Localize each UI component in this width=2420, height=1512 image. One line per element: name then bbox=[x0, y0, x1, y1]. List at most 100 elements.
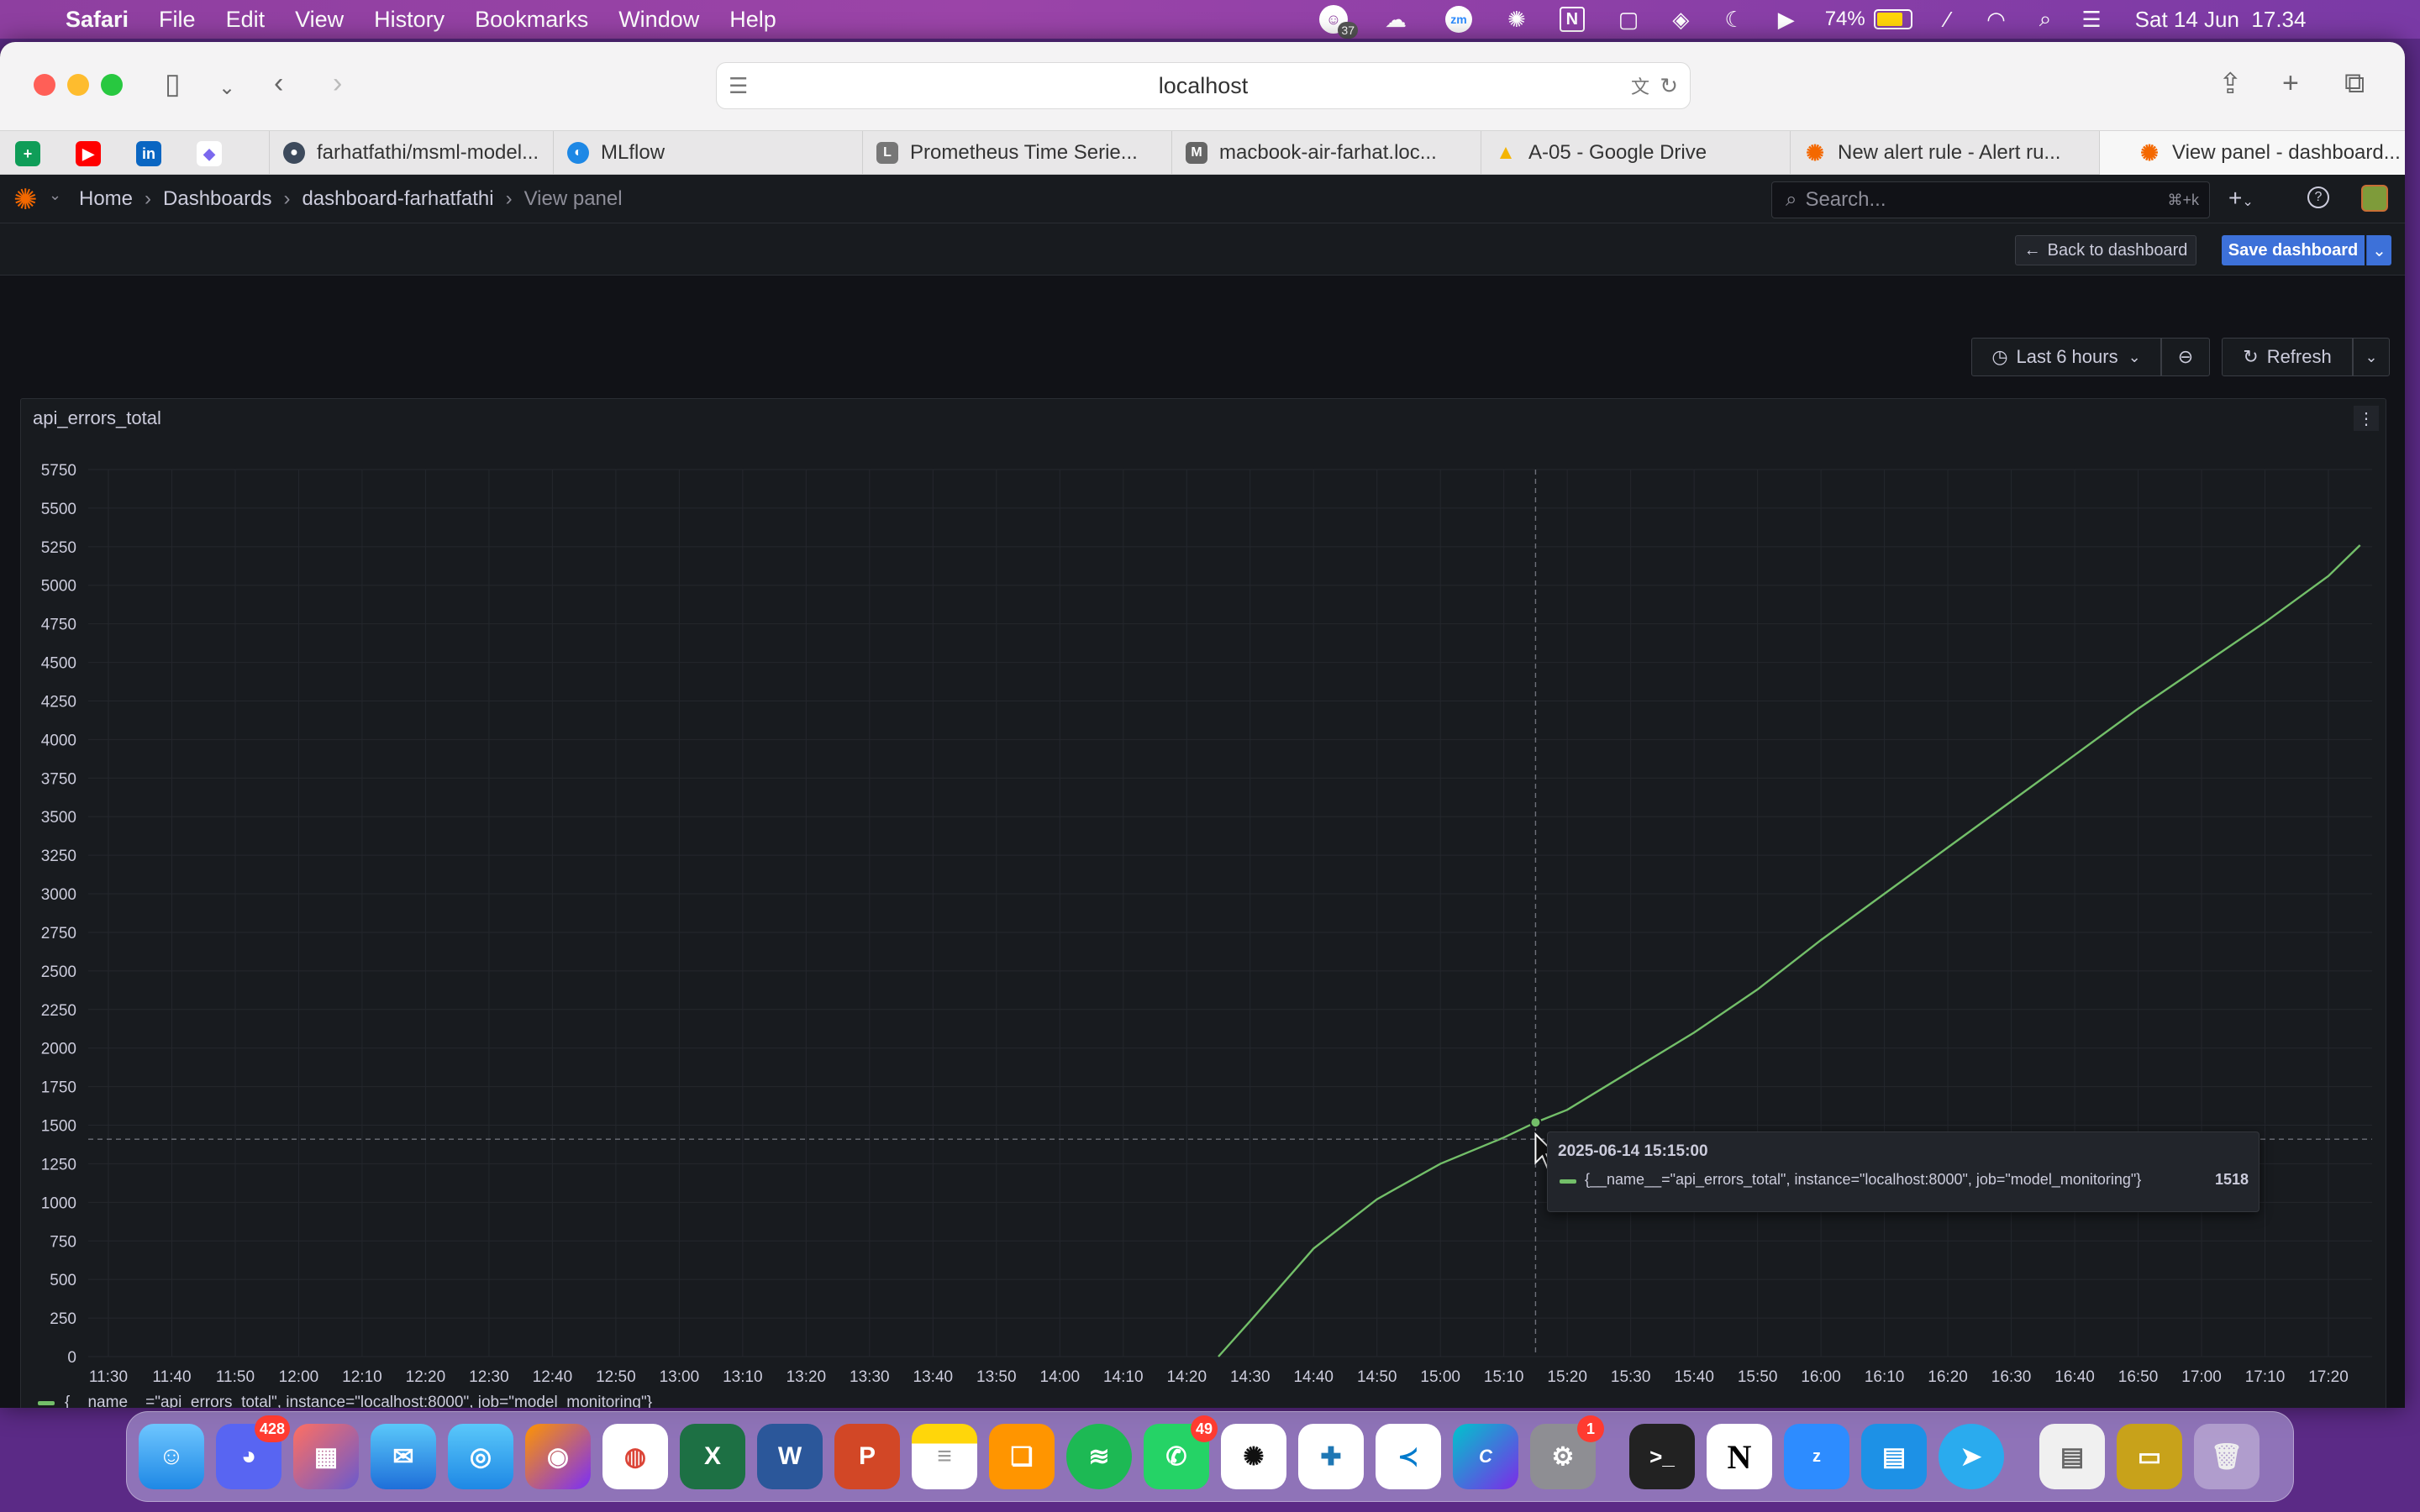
excel-icon[interactable]: X bbox=[680, 1424, 745, 1489]
notes-icon[interactable]: ≡ bbox=[912, 1424, 977, 1489]
tab-mlflow[interactable]: ◐ MLflow bbox=[553, 131, 862, 175]
documents-stack-icon[interactable]: ▤ bbox=[2039, 1424, 2105, 1489]
x-tick-label: 15:00 bbox=[1420, 1368, 1460, 1386]
chrome-icon[interactable]: ◍ bbox=[602, 1424, 668, 1489]
zoom-out-button[interactable]: ⊖ bbox=[2161, 338, 2210, 376]
refresh-interval-dropdown[interactable]: ⌄ bbox=[2353, 338, 2390, 376]
firefox-icon[interactable]: ◉ bbox=[525, 1424, 591, 1489]
pinned-linkedin-icon[interactable]: in bbox=[136, 141, 161, 166]
notion-icon[interactable]: N bbox=[1559, 7, 1585, 32]
pinned-youtube-icon[interactable]: ▶ bbox=[76, 141, 101, 166]
whatsapp-icon[interactable]: ✆ 49 bbox=[1144, 1415, 1218, 1489]
breadcrumb-dashboards[interactable]: Dashboards bbox=[163, 187, 271, 211]
tab-alert-rule[interactable]: ✺ New alert rule - Alert ru... bbox=[1790, 131, 2099, 175]
spotlight-icon[interactable]: ⌕ bbox=[2039, 6, 2052, 33]
telegram-icon[interactable]: ➤ bbox=[1939, 1424, 2004, 1489]
chevron-down-icon[interactable]: ⌄ bbox=[49, 186, 61, 204]
launchpad-icon[interactable]: ▦ bbox=[293, 1424, 359, 1489]
menu-app-safari[interactable]: Safari bbox=[66, 7, 129, 33]
reload-icon[interactable]: ↻ bbox=[1660, 73, 1678, 99]
safari-icon[interactable]: ◎ bbox=[448, 1424, 513, 1489]
breadcrumb-home[interactable]: Home bbox=[79, 187, 133, 211]
system-settings-icon[interactable]: ⚙ 1 bbox=[1530, 1415, 1604, 1489]
tab-overview-icon[interactable]: ⧉ bbox=[2344, 67, 2365, 100]
page-menu-icon[interactable]: ☰ bbox=[729, 73, 748, 99]
chatgpt-app-icon[interactable]: ✺ bbox=[1221, 1424, 1286, 1489]
books-icon[interactable]: ❏ bbox=[989, 1424, 1055, 1489]
chatgpt-icon[interactable]: ✺ bbox=[1507, 7, 1526, 33]
new-tab-icon[interactable]: + bbox=[2282, 67, 2299, 100]
x-tick-label: 14:00 bbox=[1040, 1368, 1081, 1386]
chart-legend[interactable]: {__name__="api_errors_total", instance="… bbox=[38, 1394, 652, 1408]
series-line[interactable] bbox=[1218, 544, 2361, 1357]
close-window-button[interactable] bbox=[34, 74, 55, 96]
trash-icon[interactable]: 🗑 bbox=[2194, 1424, 2260, 1489]
address-bar[interactable]: ☰ localhost 文 ↻ bbox=[716, 62, 1691, 109]
mute-icon[interactable]: ⁄ bbox=[1946, 7, 1949, 33]
zoom-app-icon[interactable]: z bbox=[1784, 1424, 1849, 1489]
breadcrumb-dashboard[interactable]: dashboard-farhatfathi bbox=[302, 187, 493, 211]
spotify-icon[interactable]: ≋ bbox=[1066, 1424, 1132, 1489]
play-icon[interactable]: ▶ bbox=[1778, 7, 1795, 33]
tab-google-drive[interactable]: ▲ A-05 - Google Drive bbox=[1481, 131, 1790, 175]
battery-icon[interactable] bbox=[1873, 9, 1912, 29]
pinned-clickup-icon[interactable]: ◆ bbox=[197, 141, 222, 166]
wifi-icon[interactable]: ◠ bbox=[1986, 7, 2006, 33]
notification-icon[interactable]: ☺ 37 bbox=[1319, 5, 1358, 39]
tab-github[interactable]: ● farhatfathi/msml-model... bbox=[269, 131, 553, 175]
tab-macbook[interactable]: Mmacbook-air-farhat.loc... bbox=[1171, 131, 1481, 175]
finder-icon[interactable]: ☺ bbox=[139, 1424, 204, 1489]
powerpoint-icon[interactable]: P bbox=[834, 1424, 900, 1489]
save-dashboard-button[interactable]: Save dashboard bbox=[2222, 235, 2365, 265]
menu-help[interactable]: Help bbox=[729, 7, 776, 33]
pinned-sheets-icon[interactable]: + bbox=[15, 141, 40, 166]
tab-view-panel[interactable]: ✺ View panel - dashboard... bbox=[2099, 131, 2405, 175]
save-options-dropdown[interactable]: ⌄ bbox=[2366, 235, 2391, 265]
control-center-icon[interactable]: ☰ bbox=[2081, 7, 2101, 33]
menu-history[interactable]: History bbox=[374, 7, 445, 33]
zoom-window-button[interactable] bbox=[101, 74, 123, 96]
search-input[interactable]: ⌕ Search... ⌘+k bbox=[1771, 181, 2210, 218]
cloud-icon[interactable]: ☁ bbox=[1385, 7, 1407, 33]
avatar[interactable] bbox=[2361, 185, 2388, 212]
share-icon[interactable]: ⇪ bbox=[2218, 67, 2243, 101]
clock[interactable]: Sat 14 Jun 17.34 bbox=[2135, 7, 2307, 33]
menu-file[interactable]: File bbox=[159, 7, 196, 33]
minimize-window-button[interactable] bbox=[67, 74, 89, 96]
forward-icon[interactable]: › bbox=[333, 67, 342, 100]
menu-edit[interactable]: Edit bbox=[226, 7, 266, 33]
refresh-icon: ↻ bbox=[2243, 346, 2259, 367]
add-icon[interactable]: +⌄ bbox=[2228, 185, 2254, 212]
back-icon[interactable]: ‹ bbox=[274, 67, 283, 100]
sidebar-icon[interactable]: ▯ bbox=[165, 67, 181, 101]
vscode-icon[interactable]: ≺ bbox=[1376, 1424, 1441, 1489]
translate-icon[interactable]: 文 bbox=[1631, 72, 1649, 99]
notion-app-icon[interactable]: N bbox=[1707, 1424, 1772, 1489]
help-icon[interactable]: ? bbox=[2307, 186, 2329, 208]
time-range-picker[interactable]: ◷ Last 6 hours ⌄ bbox=[1971, 338, 2161, 376]
mail-icon[interactable]: ✉ bbox=[371, 1424, 436, 1489]
refresh-button[interactable]: ↻ Refresh bbox=[2222, 338, 2353, 376]
line-chart[interactable]: 0 250 500 750 1000 1250 1500 1750 2000 2250 2500 27… bbox=[21, 399, 2387, 1408]
menu-window[interactable]: Window bbox=[618, 7, 699, 33]
tab-prometheus[interactable]: L Prometheus Time Serie... bbox=[862, 131, 1171, 175]
tableau-icon[interactable]: ✚ bbox=[1298, 1424, 1364, 1489]
menu-bookmarks[interactable]: Bookmarks bbox=[475, 7, 588, 33]
legend-swatch bbox=[38, 1400, 55, 1405]
terminal-icon[interactable]: >_ bbox=[1629, 1424, 1695, 1489]
grafana-logo-icon[interactable]: ✺ bbox=[13, 183, 38, 217]
drive-stack-icon[interactable]: ▭ bbox=[2117, 1424, 2182, 1489]
y-tick-label: 4000 bbox=[41, 732, 76, 749]
chevron-down-icon[interactable]: ⌄ bbox=[218, 76, 235, 100]
docker-icon[interactable]: ▤ bbox=[1861, 1424, 1927, 1489]
moon-icon[interactable]: ☾ bbox=[1724, 7, 1744, 33]
menu-view[interactable]: View bbox=[295, 7, 344, 33]
legend-label[interactable]: {__name__="api_errors_total", instance="… bbox=[65, 1394, 652, 1408]
back-to-dashboard-button[interactable]: ← Back to dashboard bbox=[2015, 235, 2196, 265]
discord-icon[interactable]: ◕ 428 bbox=[216, 1415, 290, 1489]
canva-icon[interactable]: C bbox=[1453, 1424, 1518, 1489]
zoom-icon[interactable]: zm bbox=[1445, 6, 1472, 33]
layers-icon[interactable]: ◈ bbox=[1672, 7, 1689, 33]
word-icon[interactable]: W bbox=[757, 1424, 823, 1489]
screenshot-icon[interactable]: ▢ bbox=[1618, 7, 1639, 33]
